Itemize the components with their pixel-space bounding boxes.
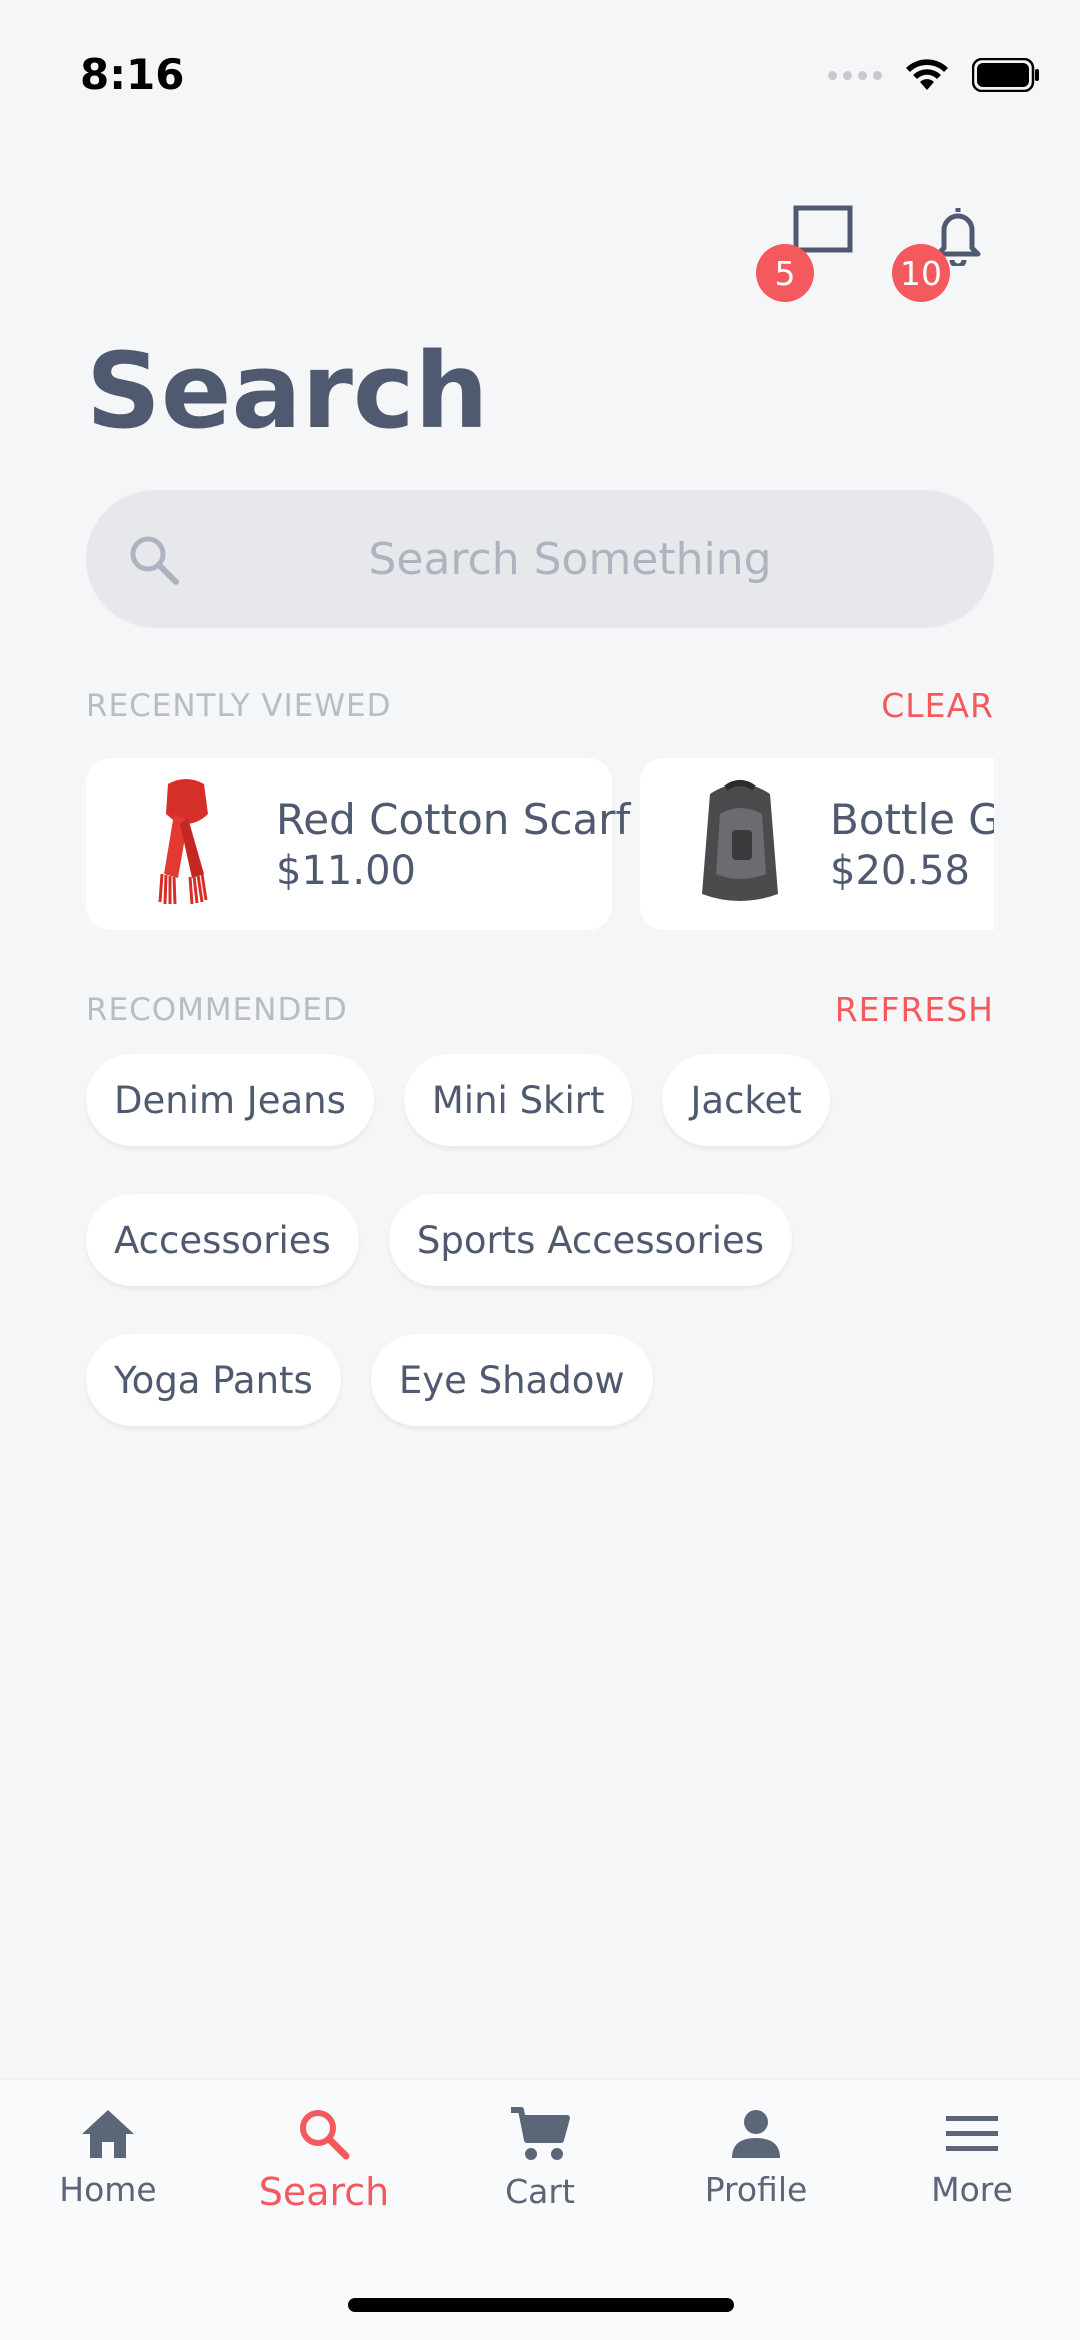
tab-label: Profile	[704, 2170, 808, 2209]
recently-viewed-label: RECENTLY VIEWED	[86, 687, 392, 724]
refresh-button[interactable]: REFRESH	[835, 990, 994, 1029]
tab-home[interactable]: Home	[0, 2080, 216, 2260]
tab-more[interactable]: More	[864, 2080, 1080, 2260]
header-actions: 5 10	[736, 200, 996, 310]
tab-search[interactable]: Search	[216, 2080, 432, 2260]
search-screen: 8:16 5 10 Search Search Something RECENT…	[0, 0, 1080, 2340]
recent-item-price: $20.58	[830, 847, 970, 894]
tab-label: Search	[258, 2170, 390, 2214]
recommended-chips: Denim Jeans Mini Skirt Jacket Accessorie…	[86, 1054, 1006, 1474]
chip-row: Denim Jeans Mini Skirt Jacket	[86, 1054, 1006, 1146]
tab-cart[interactable]: Cart	[432, 2080, 648, 2260]
search-icon	[130, 536, 179, 585]
chip-accessories[interactable]: Accessories	[86, 1194, 359, 1286]
recent-item-card[interactable]: Bottle Gre $20.58	[640, 758, 994, 930]
chip-row: Accessories Sports Accessories	[86, 1194, 1006, 1286]
home-icon	[82, 2110, 134, 2158]
search-bar[interactable]	[86, 490, 994, 628]
recent-item-card[interactable]: Red Cotton Scarf $11.00	[86, 758, 630, 930]
recent-item-name: Bottle Gre	[830, 794, 994, 844]
chip-eye-shadow[interactable]: Eye Shadow	[370, 1334, 653, 1426]
tab-label: Cart	[505, 2172, 575, 2211]
clear-button[interactable]: CLEAR	[881, 686, 994, 725]
chip-jacket[interactable]: Jacket	[662, 1054, 830, 1146]
battery-icon	[972, 58, 1039, 92]
recently-viewed-header: RECENTLY VIEWED CLEAR	[86, 686, 994, 725]
search-icon	[300, 2110, 350, 2160]
chip-denim-jeans[interactable]: Denim Jeans	[86, 1054, 374, 1146]
home-indicator	[348, 2298, 734, 2312]
page-title: Search	[86, 330, 489, 452]
status-time: 8:16	[80, 50, 185, 99]
recommended-header: RECOMMENDED REFRESH	[86, 990, 994, 1029]
recently-viewed-list[interactable]: Red Cotton Scarf $11.00 Bottle Gre $20.5…	[86, 758, 994, 934]
recent-item-name: Red Cotton Scarf	[276, 794, 631, 844]
wifi-icon	[906, 59, 948, 90]
scarf-thumbnail	[158, 779, 208, 905]
menu-icon	[946, 2116, 998, 2151]
tab-label: More	[931, 2170, 1013, 2209]
search-input[interactable]	[86, 490, 994, 628]
chip-yoga-pants[interactable]: Yoga Pants	[86, 1334, 341, 1426]
chip-mini-skirt[interactable]: Mini Skirt	[403, 1054, 633, 1146]
backpack-thumbnail	[702, 780, 778, 901]
recent-item-price: $11.00	[276, 847, 416, 894]
messages-badge: 5	[756, 244, 814, 302]
tab-label: Home	[59, 2170, 157, 2209]
chip-sports-accessories[interactable]: Sports Accessories	[388, 1194, 793, 1286]
chip-row: Yoga Pants Eye Shadow	[86, 1334, 1006, 1426]
cellular-signal-icon	[828, 70, 882, 80]
status-indicators	[828, 58, 1040, 92]
recommended-label: RECOMMENDED	[86, 991, 348, 1028]
cart-icon	[511, 2107, 570, 2160]
profile-icon	[732, 2110, 780, 2158]
tab-profile[interactable]: Profile	[648, 2080, 864, 2260]
notifications-badge: 10	[892, 244, 950, 302]
